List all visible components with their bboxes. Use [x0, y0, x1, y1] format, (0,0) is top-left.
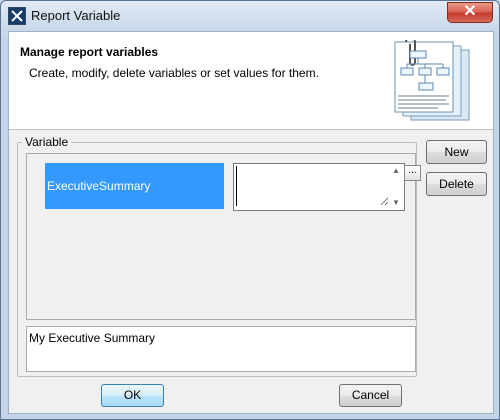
variable-name-cell[interactable]: ExecutiveSummary	[45, 163, 224, 209]
report-document-icon	[394, 40, 470, 121]
dialog-header: Manage report variables Create, modify, …	[9, 32, 493, 130]
title-bar[interactable]: Report Variable ✕	[1, 1, 499, 31]
close-icon: ✕	[463, 3, 477, 20]
variable-group: Variable ExecutiveSummary ▲ ▼ ... My Exe…	[17, 135, 421, 377]
new-button-label: New	[444, 145, 469, 159]
description-text: My Executive Summary	[29, 331, 156, 345]
delete-button-label: Delete	[439, 177, 474, 191]
variable-value-input[interactable]	[236, 166, 389, 206]
ok-button-label: OK	[123, 388, 142, 402]
ellipsis-button[interactable]: ...	[404, 165, 421, 181]
close-button[interactable]: ✕	[447, 2, 493, 23]
ok-button[interactable]: OK	[101, 384, 164, 407]
variable-value-cell[interactable]: ▲ ▼	[233, 163, 405, 211]
new-button[interactable]: New	[426, 140, 487, 164]
report-variable-window: Report Variable ✕ Manage report variable…	[0, 0, 500, 420]
cancel-button-label: Cancel	[351, 388, 390, 402]
value-scrollbar[interactable]: ▲ ▼	[388, 164, 404, 210]
chevron-down-icon[interactable]: ▼	[391, 198, 401, 208]
header-description: Create, modify, delete variables or set …	[29, 66, 319, 80]
variables-table: ExecutiveSummary ▲ ▼ ...	[26, 153, 421, 320]
variable-name-text: ExecutiveSummary	[47, 179, 151, 193]
chevron-up-icon[interactable]: ▲	[391, 166, 401, 176]
delete-button[interactable]: Delete	[426, 172, 487, 196]
window-title: Report Variable	[31, 8, 121, 23]
cancel-button[interactable]: Cancel	[339, 384, 402, 407]
description-panel: My Executive Summary	[26, 326, 416, 372]
header-title: Manage report variables	[20, 45, 159, 59]
dialog-client-area: Manage report variables Create, modify, …	[8, 31, 494, 414]
app-icon	[8, 7, 26, 25]
variable-group-label: Variable	[22, 135, 72, 149]
